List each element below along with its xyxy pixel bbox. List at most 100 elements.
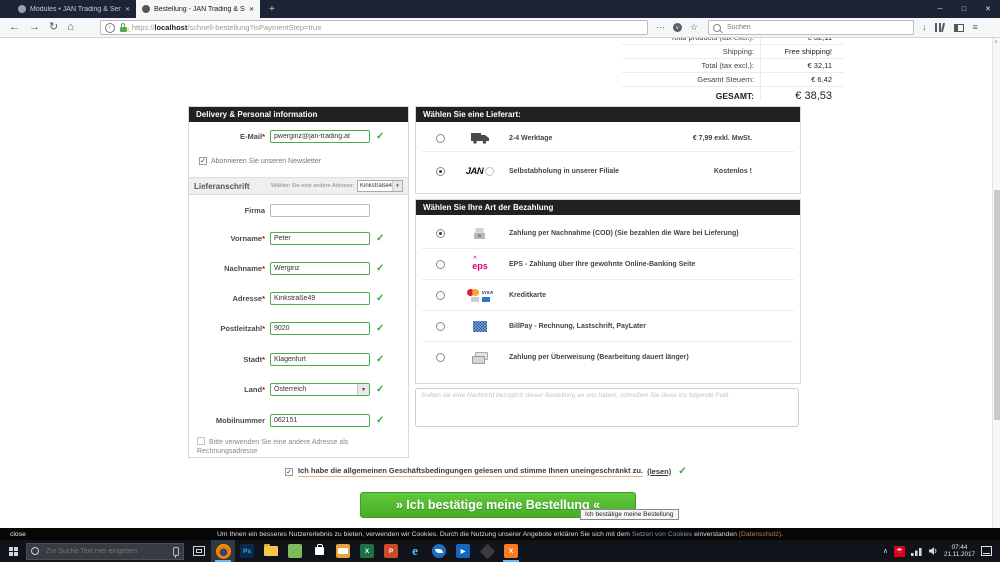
taskbar-clock[interactable]: 07:44 21.11.2017: [944, 544, 975, 558]
taskbar-app-file-explorer[interactable]: [259, 540, 283, 562]
tab-close-icon[interactable]: ✕: [125, 6, 130, 13]
shipping-option-pickup[interactable]: JAN Selbstabholung in unserer Filiale Ko…: [422, 152, 794, 190]
firma-input[interactable]: [270, 204, 370, 217]
taskbar-app-xampp[interactable]: X: [499, 540, 523, 562]
taskbar-app-media-player[interactable]: ▶: [451, 540, 475, 562]
valid-check-icon: ✓: [376, 292, 385, 304]
pocket-icon[interactable]: ∨: [672, 23, 682, 32]
taskbar-app-powerpoint[interactable]: P: [379, 540, 403, 562]
order-message-textarea[interactable]: Sollten sie eine Nachricht bezüglich die…: [415, 388, 799, 427]
billing-address-checkbox[interactable]: [197, 437, 205, 445]
billing-address-row: Bitte verwenden Sie eine andere Adresse …: [197, 437, 399, 456]
visa-icon: VISA: [481, 289, 494, 295]
vorname-input[interactable]: [270, 232, 370, 245]
library-icon[interactable]: [935, 22, 946, 33]
browser-search-bar[interactable]: [707, 20, 914, 35]
taskbar-app-store[interactable]: [307, 540, 331, 562]
close-button[interactable]: ✕: [976, 0, 1000, 18]
newsletter-label: Abonnieren Sie unseren Newsletter: [211, 157, 322, 165]
minimize-button[interactable]: ─: [928, 0, 952, 18]
adresse-input[interactable]: [270, 292, 370, 305]
radio-button-selected[interactable]: [436, 228, 445, 238]
home-icon[interactable]: ⌂: [67, 22, 74, 33]
taskbar-app-notepad-editor[interactable]: [283, 540, 307, 562]
nachname-input[interactable]: [270, 262, 370, 275]
radio-button[interactable]: [436, 259, 445, 269]
card-icon: [470, 296, 479, 302]
taskbar-app-excel[interactable]: X: [355, 540, 379, 562]
shipping-option-standard[interactable]: 2-4 Werktage € 7,99 exkl. MwSt.: [422, 125, 794, 152]
start-button[interactable]: [0, 540, 26, 562]
menu-icon[interactable]: ≡: [972, 23, 977, 32]
address-select[interactable]: Kinkstraße49 ▾: [357, 180, 403, 192]
url-bar[interactable]: i ⚠ https://localhost/schnell-bestellung…: [99, 20, 648, 35]
maximize-button[interactable]: □: [952, 0, 976, 18]
radio-button[interactable]: [436, 352, 445, 362]
scrollbar-thumb[interactable]: [994, 190, 1000, 420]
email-input[interactable]: [270, 130, 370, 143]
cookie-bar: close Um Ihnen ein besseres Nutzererlebn…: [0, 528, 1000, 540]
browser-search-input[interactable]: [724, 23, 889, 32]
volume-icon[interactable]: [928, 546, 938, 556]
postleitzahl-row: Postleitzahl* ✓: [197, 321, 405, 336]
stadt-input[interactable]: [270, 353, 370, 366]
back-icon[interactable]: ←: [9, 22, 20, 33]
action-center-icon[interactable]: [981, 546, 992, 556]
edge-icon: e: [412, 543, 418, 558]
page-scrollbar[interactable]: ∧: [992, 38, 1000, 528]
task-view-icon[interactable]: [193, 546, 205, 556]
payment-option-eps[interactable]: eps EPS - Zahlung über Ihre gewohnte Onl…: [422, 249, 794, 280]
taskbar-app-thunderbird[interactable]: [427, 540, 451, 562]
mobilnummer-input[interactable]: [270, 414, 370, 427]
valid-check-icon: ✓: [376, 262, 385, 274]
radio-button[interactable]: [436, 133, 445, 143]
info-icon[interactable]: i: [104, 22, 115, 33]
taskbar-app-photoshop[interactable]: Ps: [235, 540, 259, 562]
new-tab-button[interactable]: +: [260, 0, 284, 18]
payment-option-billpay[interactable]: BillPay - Rechnung, Lastschrift, PayLate…: [422, 311, 794, 342]
page-actions-icon[interactable]: ⋯: [656, 23, 665, 32]
tab-bestellung[interactable]: Bestellung - JAN Trading & Se ✕: [136, 0, 260, 18]
postleitzahl-input[interactable]: [270, 322, 370, 335]
network-icon[interactable]: [910, 547, 922, 556]
terms-checkbox[interactable]: ✓: [285, 467, 293, 476]
privacy-link[interactable]: (Datenschutz): [739, 531, 781, 538]
taskbar-app-mail[interactable]: [331, 540, 355, 562]
downloads-icon[interactable]: ↓: [922, 23, 927, 32]
radio-button[interactable]: [436, 290, 445, 300]
radio-button[interactable]: [436, 321, 445, 331]
valid-check-icon: ✓: [376, 130, 385, 142]
forward-icon[interactable]: →: [29, 22, 40, 33]
terms-read-link[interactable]: (lesen): [647, 467, 671, 476]
payment-option-creditcard[interactable]: VISA Kreditkarte: [422, 280, 794, 311]
reload-icon[interactable]: ↻: [49, 22, 58, 33]
payment-option-cod[interactable]: Zahlung per Nachnahme (COD) (Sie bezahle…: [422, 218, 794, 249]
newsletter-checkbox[interactable]: ✓: [199, 157, 207, 165]
tray-chevron-up-icon[interactable]: ∧: [883, 548, 888, 555]
taskbar-app-inkscape[interactable]: [475, 540, 499, 562]
taskbar-search-input[interactable]: [44, 546, 160, 556]
cookie-settings-link[interactable]: Setzen von Cookies: [632, 531, 692, 538]
terms-row: ✓ Ich habe die allgemeinen Geschäftsbedi…: [285, 466, 725, 477]
page-content: Total products (tax excl.): € 32,11 Ship…: [0, 38, 1000, 528]
avira-tray-icon[interactable]: ☂: [893, 545, 905, 557]
tab-close-icon[interactable]: ✕: [249, 6, 254, 13]
taskbar-search-box[interactable]: [26, 542, 184, 560]
order-summary-table: Total products (tax excl.): € 32,11 Ship…: [622, 38, 844, 101]
microphone-icon[interactable]: [173, 546, 179, 558]
tab-modules[interactable]: Modules • JAN Trading & Servi ✕: [12, 0, 136, 18]
land-select[interactable]: Österreich ▾: [270, 383, 370, 396]
panel-title: Delivery & Personal information: [189, 107, 408, 122]
taskbar-app-firefox[interactable]: [211, 540, 235, 562]
personal-info-panel: Delivery & Personal information E-Mail* …: [188, 106, 409, 458]
sidebar-toggle-icon[interactable]: [954, 23, 965, 32]
bookmark-star-icon[interactable]: ☆: [690, 23, 698, 32]
taskbar-app-edge[interactable]: e: [403, 540, 427, 562]
ssl-lock-warning-icon[interactable]: ⚠: [119, 23, 131, 34]
radio-button-selected[interactable]: [436, 166, 445, 176]
payment-option-transfer[interactable]: Zahlung per Überweisung (Bearbeitung dau…: [422, 342, 794, 372]
summary-row: Total products (tax excl.): € 32,11: [622, 38, 844, 45]
scroll-up-icon[interactable]: ∧: [994, 39, 998, 45]
screen: Modules • JAN Trading & Servi ✕ Bestellu…: [0, 0, 1000, 562]
browser-tab-bar: Modules • JAN Trading & Servi ✕ Bestellu…: [0, 0, 1000, 18]
